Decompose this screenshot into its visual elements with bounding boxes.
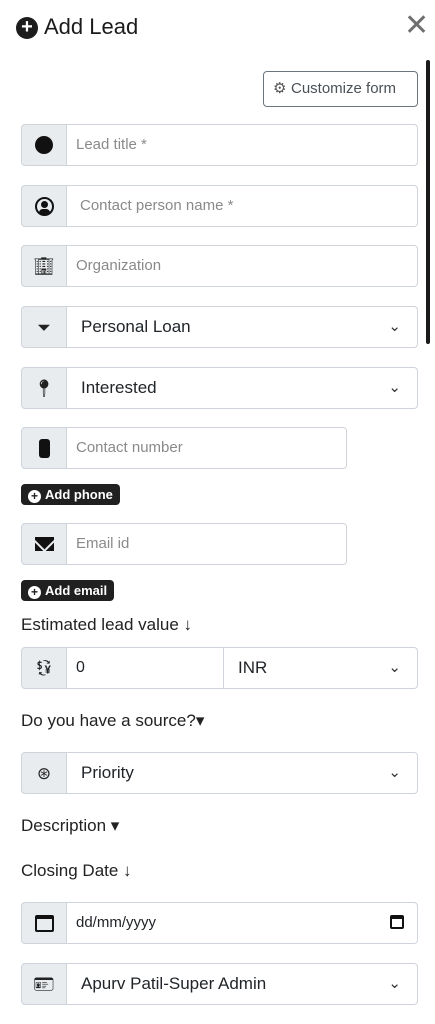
contact-person-input[interactable]: Contact person name * xyxy=(67,185,418,227)
lead-title-input[interactable]: Lead title * xyxy=(67,124,418,166)
owner-addon: 🪪︎ xyxy=(21,963,67,1005)
owner-group: 🪪︎ Apurv Patil-Super Admin ⌄ xyxy=(21,963,418,1005)
email-addon xyxy=(21,523,67,565)
map-pin-icon: 📍︎ xyxy=(33,378,55,398)
calendar-icon xyxy=(34,914,54,932)
owner-select[interactable]: Apurv Patil-Super Admin ⌄ xyxy=(67,963,418,1005)
status-group: 📍︎ Interested ⌄ xyxy=(21,367,418,409)
envelope-icon xyxy=(34,537,54,551)
modal-header: + Add Lead ✕ xyxy=(0,0,435,60)
owner-value: Apurv Patil-Super Admin xyxy=(81,974,267,993)
organization-group: 🏢︎ Organization xyxy=(21,245,418,287)
calendar-picker-icon[interactable] xyxy=(390,915,404,929)
chevron-down-icon: ⌄ xyxy=(388,764,401,781)
pipeline-addon: ⏷ xyxy=(21,306,67,348)
customize-form-button[interactable]: ⚙ Customize form xyxy=(263,71,418,107)
chevron-down-icon: ⌄ xyxy=(388,975,401,992)
organization-input[interactable]: Organization xyxy=(67,245,418,287)
chevron-down-icon: ⌄ xyxy=(388,318,401,335)
close-icon[interactable]: ✕ xyxy=(404,11,429,41)
source-toggle[interactable]: Do you have a source?▾ xyxy=(21,711,204,731)
aperture-icon: ⊛ xyxy=(36,763,52,783)
contact-number-input[interactable]: Contact number xyxy=(67,427,347,469)
user-circle-icon xyxy=(34,196,54,216)
closing-date-placeholder: dd/mm/yyyy xyxy=(76,914,157,931)
pipeline-group: ⏷ Personal Loan ⌄ xyxy=(21,306,418,348)
chevron-down-icon: ⌄ xyxy=(388,379,401,396)
page-title: Add Lead xyxy=(44,14,139,39)
plus-icon: + xyxy=(28,586,41,599)
priority-group: ⊛ Priority ⌄ xyxy=(21,752,418,794)
building-icon: 🏢︎ xyxy=(33,256,55,276)
filter-icon: ⏷ xyxy=(37,317,51,337)
add-email-label: Add email xyxy=(45,583,108,598)
add-email-button[interactable]: + Add email xyxy=(21,580,115,601)
scrollbar[interactable] xyxy=(426,60,430,344)
gear-icon: ⚙ xyxy=(273,80,287,97)
closing-date-input[interactable]: dd/mm/yyyy xyxy=(67,902,418,944)
priority-value: Priority xyxy=(81,763,134,782)
phone-icon xyxy=(38,438,50,458)
contact-number-group: Contact number xyxy=(21,427,347,469)
estimated-value-label[interactable]: Estimated lead value ↓ xyxy=(21,615,192,635)
currency-value: INR xyxy=(238,658,268,677)
chevron-down-icon: ⌄ xyxy=(388,659,401,676)
id-badge-icon: 🪪︎ xyxy=(33,974,55,994)
email-input[interactable]: Email id xyxy=(67,523,347,565)
pipeline-select[interactable]: Personal Loan ⌄ xyxy=(67,306,418,348)
organization-addon: 🏢︎ xyxy=(21,245,67,287)
add-phone-button[interactable]: + Add phone xyxy=(21,484,120,505)
lead-title-group: Lead title * xyxy=(21,124,418,166)
add-phone-label: Add phone xyxy=(45,487,113,502)
lead-title-addon xyxy=(21,124,67,166)
status-value: Interested xyxy=(81,378,157,397)
closing-date-group: dd/mm/yyyy xyxy=(21,902,418,944)
email-group: Email id xyxy=(21,523,347,565)
plus-icon: + xyxy=(28,490,41,503)
currency-select[interactable]: INR ⌄ xyxy=(224,647,418,689)
money-icon: 💱︎ xyxy=(34,659,54,677)
closing-date-addon xyxy=(21,902,67,944)
priority-addon: ⊛ xyxy=(21,752,67,794)
contact-person-addon xyxy=(21,185,67,227)
customize-form-label: Customize form xyxy=(291,80,397,97)
add-circle-icon: + xyxy=(16,17,38,39)
status-addon: 📍︎ xyxy=(21,367,67,409)
circle-icon xyxy=(35,136,53,154)
estimated-value-input[interactable]: 0 xyxy=(67,647,224,689)
contact-number-addon xyxy=(21,427,67,469)
description-toggle[interactable]: Description ▾ xyxy=(21,816,119,836)
estimated-value-addon: 💱︎ xyxy=(21,647,67,689)
contact-person-group: Contact person name * xyxy=(21,185,418,227)
priority-select[interactable]: Priority ⌄ xyxy=(67,752,418,794)
estimated-value-group: 💱︎ 0 INR ⌄ xyxy=(21,647,418,689)
status-select[interactable]: Interested ⌄ xyxy=(67,367,418,409)
closing-date-label[interactable]: Closing Date ↓ xyxy=(21,861,132,881)
pipeline-value: Personal Loan xyxy=(81,317,191,336)
